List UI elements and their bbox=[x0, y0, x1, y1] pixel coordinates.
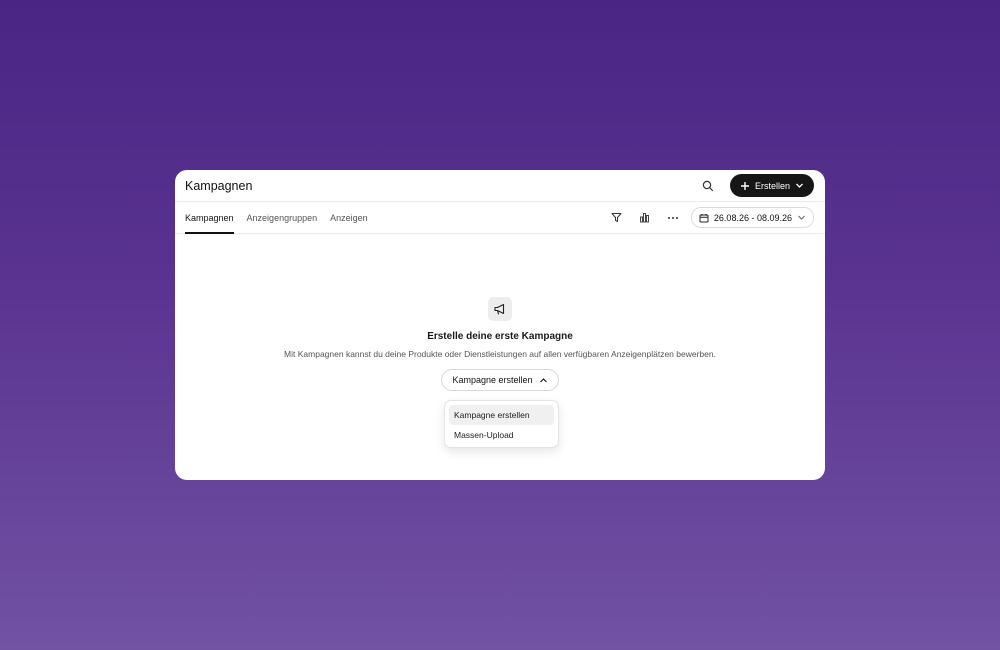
date-range-label: 26.08.26 - 08.09.26 bbox=[713, 212, 792, 223]
more-icon[interactable] bbox=[663, 208, 683, 228]
tab-bar: Kampagnen Anzeigengruppen Anzeigen 26.08… bbox=[175, 202, 825, 234]
megaphone-icon bbox=[488, 297, 512, 321]
chevron-down-icon bbox=[795, 181, 804, 190]
chevron-up-icon bbox=[539, 376, 548, 385]
filter-icon[interactable] bbox=[607, 208, 627, 228]
date-range-picker[interactable]: 26.08.26 - 08.09.26 bbox=[690, 207, 814, 228]
empty-state: Erstelle deine erste Kampagne Mit Kampag… bbox=[175, 297, 825, 391]
toolbar: 26.08.26 - 08.09.26 bbox=[607, 202, 814, 233]
chevron-down-icon bbox=[797, 213, 806, 222]
campaigns-panel: Kampagnen Erstellen Kampagnen Anzeigengr… bbox=[175, 170, 825, 480]
menu-item-create-campaign[interactable]: Kampagne erstellen bbox=[449, 405, 554, 425]
tab-anzeigengruppen[interactable]: Anzeigengruppen bbox=[247, 202, 318, 233]
empty-state-description: Mit Kampagnen kannst du deine Produkte o… bbox=[284, 349, 716, 359]
tab-anzeigen[interactable]: Anzeigen bbox=[330, 202, 368, 233]
page-title: Kampagnen bbox=[185, 178, 253, 193]
calendar-icon bbox=[699, 213, 709, 223]
tab-kampagnen[interactable]: Kampagnen bbox=[185, 202, 234, 234]
empty-state-title: Erstelle deine erste Kampagne bbox=[427, 331, 573, 342]
create-campaign-dropdown: Kampagne erstellen Massen-Upload bbox=[444, 400, 559, 448]
create-campaign-button[interactable]: Kampagne erstellen bbox=[441, 369, 559, 391]
bar-chart-icon[interactable] bbox=[635, 208, 655, 228]
create-button-label: Erstellen bbox=[754, 180, 790, 191]
create-campaign-button-label: Kampagne erstellen bbox=[452, 375, 533, 385]
search-icon[interactable] bbox=[698, 176, 718, 196]
create-button[interactable]: Erstellen bbox=[729, 174, 814, 197]
plus-icon bbox=[740, 181, 750, 191]
menu-item-bulk-upload[interactable]: Massen-Upload bbox=[449, 425, 554, 445]
header-actions: Erstellen bbox=[698, 174, 814, 197]
tabs: Kampagnen Anzeigengruppen Anzeigen bbox=[185, 202, 368, 234]
header-bar: Kampagnen Erstellen bbox=[175, 170, 825, 202]
